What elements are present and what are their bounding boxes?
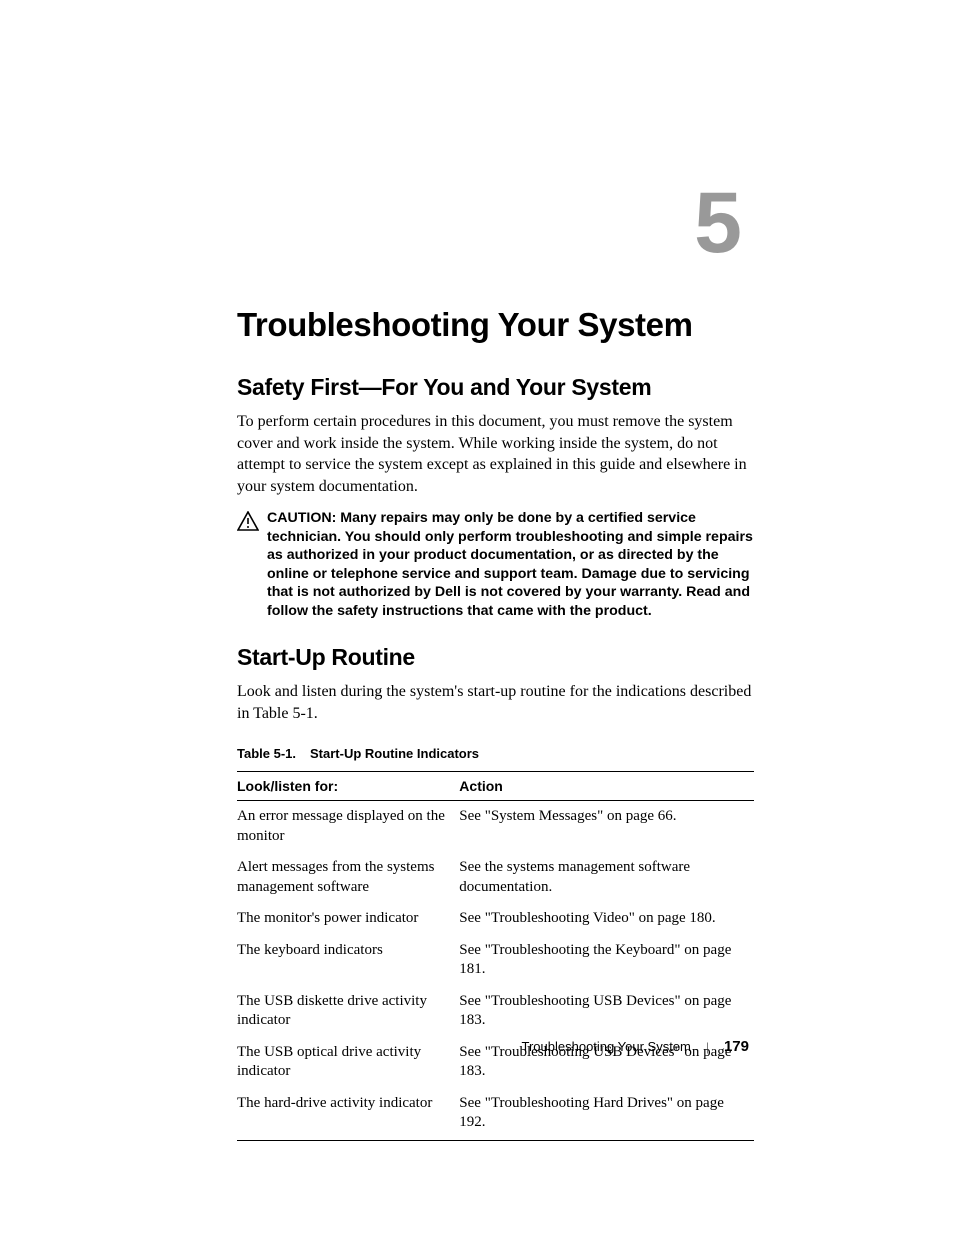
section-heading-safety: Safety First—For You and Your System bbox=[237, 374, 754, 401]
cell-action: See "Troubleshooting the Keyboard" on pa… bbox=[459, 935, 754, 986]
caution-text: CAUTION: Many repairs may only be done b… bbox=[267, 509, 754, 620]
cell-look: The keyboard indicators bbox=[237, 935, 459, 986]
cell-look: The USB optical drive activity indicator bbox=[237, 1037, 459, 1088]
footer-page-number: 179 bbox=[724, 1038, 749, 1055]
body-text-safety: To perform certain procedures in this do… bbox=[237, 411, 754, 497]
chapter-number: 5 bbox=[237, 180, 742, 266]
page-footer: Troubleshooting Your System | 179 bbox=[522, 1038, 749, 1055]
table-caption-number: Table 5-1. bbox=[237, 746, 296, 761]
cell-action: See "System Messages" on page 66. bbox=[459, 801, 754, 853]
caution-icon bbox=[237, 511, 259, 536]
cell-look: The hard-drive activity indicator bbox=[237, 1088, 459, 1141]
table-caption: Table 5-1. Start-Up Routine Indicators bbox=[237, 746, 754, 761]
cell-action: See "Troubleshooting USB Devices" on pag… bbox=[459, 986, 754, 1037]
cell-look: An error message displayed on the monito… bbox=[237, 801, 459, 853]
table-header-action: Action bbox=[459, 772, 754, 801]
table-row: Alert messages from the systems manageme… bbox=[237, 852, 754, 903]
table-row: The monitor's power indicator See "Troub… bbox=[237, 903, 754, 935]
table-row: An error message displayed on the monito… bbox=[237, 801, 754, 853]
section-heading-startup: Start-Up Routine bbox=[237, 644, 754, 671]
footer-separator: | bbox=[706, 1039, 709, 1054]
table-row: The keyboard indicators See "Troubleshoo… bbox=[237, 935, 754, 986]
cell-look: Alert messages from the systems manageme… bbox=[237, 852, 459, 903]
caution-label: CAUTION: bbox=[267, 510, 340, 526]
caution-block: CAUTION: Many repairs may only be done b… bbox=[237, 509, 754, 620]
body-text-startup: Look and listen during the system's star… bbox=[237, 681, 754, 724]
table-row: The USB diskette drive activity indicato… bbox=[237, 986, 754, 1037]
table-header-look: Look/listen for: bbox=[237, 772, 459, 801]
cell-action: See the systems management software docu… bbox=[459, 852, 754, 903]
cell-look: The USB diskette drive activity indicato… bbox=[237, 986, 459, 1037]
startup-indicators-table: Look/listen for: Action An error message… bbox=[237, 771, 754, 1141]
table-caption-title: Start-Up Routine Indicators bbox=[310, 746, 479, 761]
footer-title: Troubleshooting Your System bbox=[522, 1039, 691, 1054]
chapter-title: Troubleshooting Your System bbox=[237, 306, 754, 344]
caution-body: Many repairs may only be done by a certi… bbox=[267, 510, 753, 618]
cell-look: The monitor's power indicator bbox=[237, 903, 459, 935]
cell-action: See "Troubleshooting Hard Drives" on pag… bbox=[459, 1088, 754, 1141]
table-row: The hard-drive activity indicator See "T… bbox=[237, 1088, 754, 1141]
cell-action: See "Troubleshooting Video" on page 180. bbox=[459, 903, 754, 935]
